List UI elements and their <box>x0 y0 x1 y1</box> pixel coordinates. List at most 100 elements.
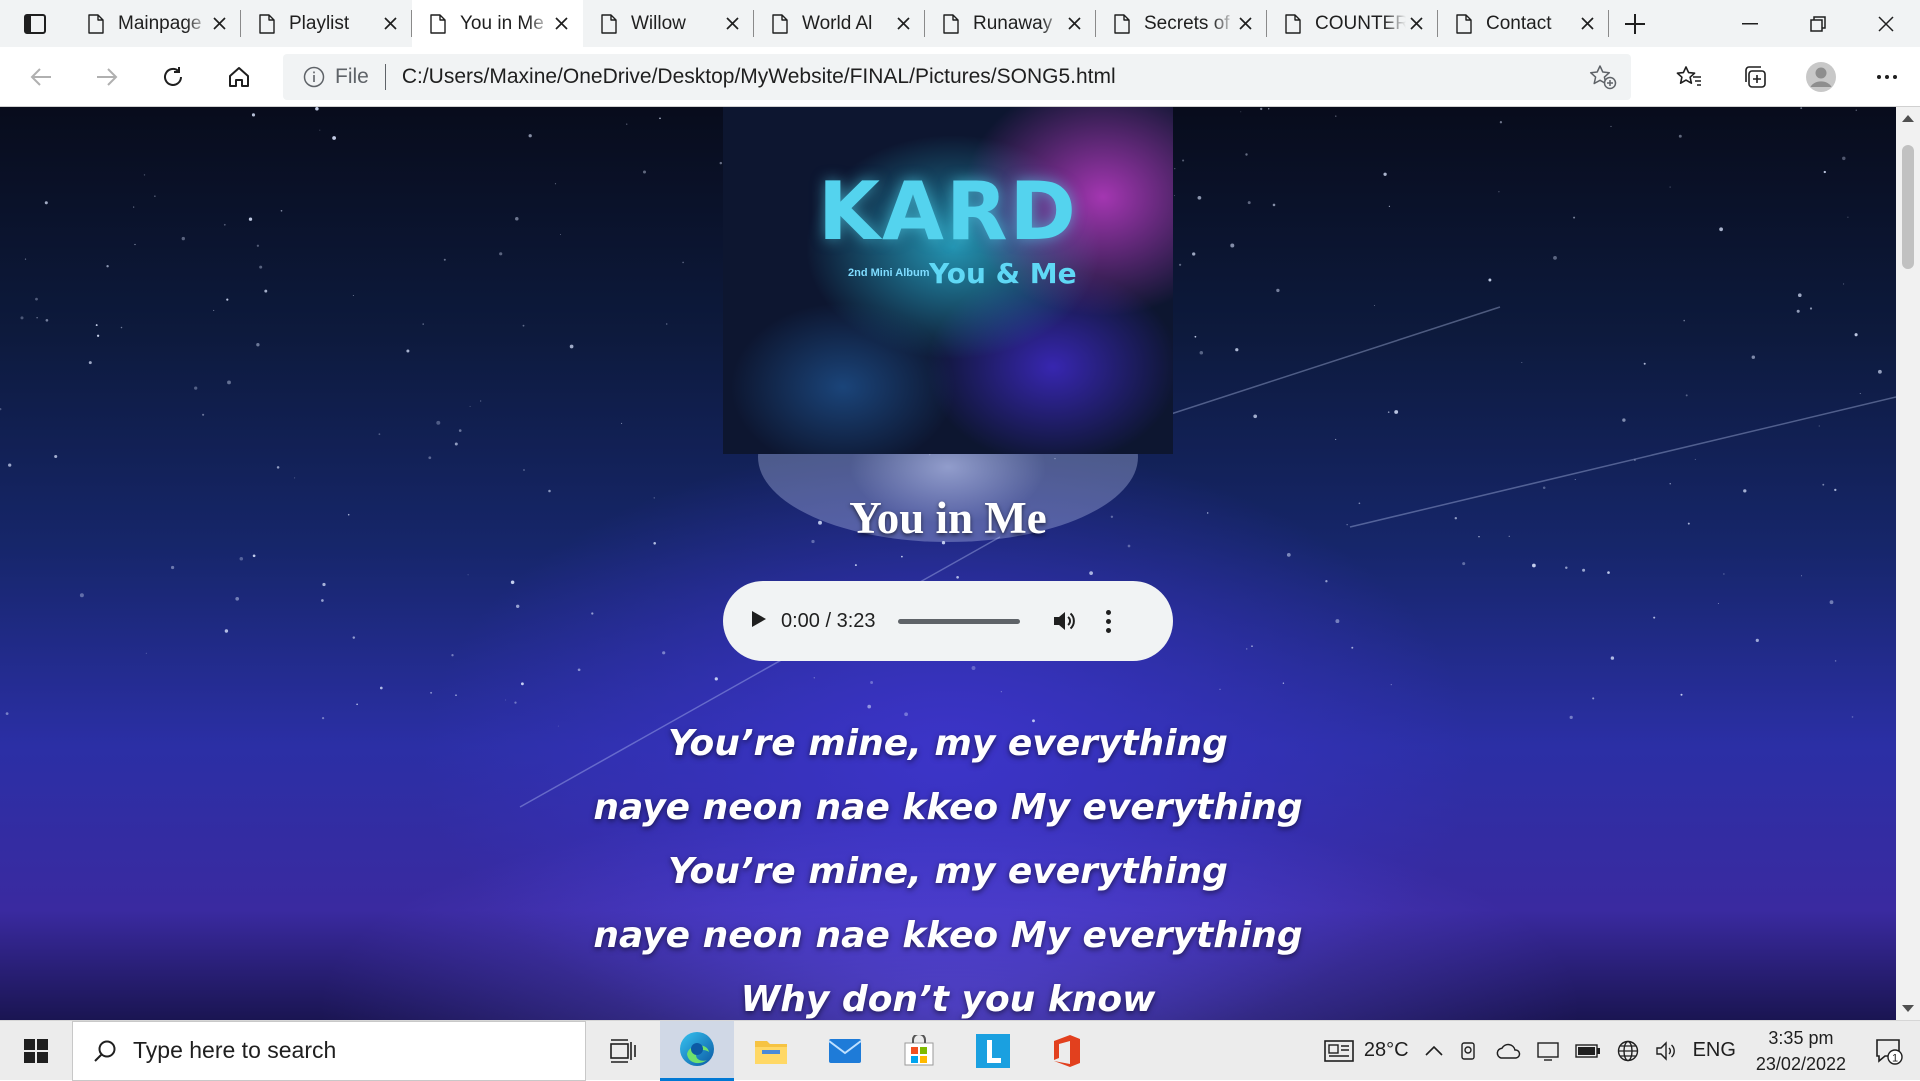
arrow-left-icon <box>30 67 51 86</box>
close-icon <box>1409 17 1423 30</box>
chevron-up-icon <box>1424 1045 1443 1056</box>
tab-close-button[interactable] <box>1064 14 1084 34</box>
taskbar-app-store[interactable] <box>882 1021 956 1081</box>
tab-title: World Al <box>802 12 873 34</box>
tab-1[interactable]: Playlist <box>241 0 412 47</box>
tab-close-button[interactable] <box>1577 14 1597 34</box>
favorites-button[interactable] <box>1656 47 1722 107</box>
meet-now-icon <box>1460 1041 1475 1060</box>
scroll-up-arrow[interactable] <box>1902 115 1914 122</box>
address-separator <box>384 64 386 90</box>
restore-icon <box>1810 15 1826 32</box>
play-icon <box>752 610 766 627</box>
tab-title: Playlist <box>289 12 350 34</box>
globe-icon <box>1617 1040 1638 1061</box>
page-icon <box>88 13 104 34</box>
restore-button[interactable] <box>1784 0 1852 47</box>
tab-2[interactable]: You in Me <box>412 0 583 47</box>
page-icon <box>772 13 788 34</box>
tray-language[interactable]: ENG <box>1685 1021 1744 1081</box>
star-plus-icon <box>1589 65 1617 90</box>
tray-volume[interactable] <box>1647 1021 1685 1081</box>
page-icon <box>601 13 617 34</box>
lyric-line: naye neon nae kkeo My everything <box>593 787 1303 828</box>
taskbar-app-office[interactable] <box>1030 1021 1104 1081</box>
search-placeholder: Type here to search <box>133 1037 337 1063</box>
weather-widget[interactable]: 28°C <box>1316 1021 1417 1081</box>
window-controls <box>1716 0 1920 47</box>
tab-close-button[interactable] <box>380 14 400 34</box>
tab-close-button[interactable] <box>1406 14 1426 34</box>
tab-close-button[interactable] <box>551 14 571 34</box>
tray-network[interactable] <box>1609 1021 1647 1081</box>
tab-close-button[interactable] <box>722 14 742 34</box>
address-bar[interactable]: File C:/Users/Maxine/OneDrive/Desktop/My… <box>283 54 1631 100</box>
collections-icon <box>1745 66 1766 88</box>
taskbar-app-file-explorer[interactable] <box>734 1021 808 1081</box>
audio-player[interactable]: 0:00 / 3:23 <box>723 581 1173 661</box>
battery-icon <box>1574 1043 1600 1058</box>
task-view-button[interactable] <box>586 1021 660 1081</box>
taskbar-app-l[interactable] <box>956 1021 1030 1081</box>
refresh-button[interactable] <box>140 47 206 107</box>
plus-icon <box>1625 13 1645 34</box>
tab-3[interactable]: Willow <box>583 0 754 47</box>
page-icon <box>1285 13 1301 34</box>
settings-menu-button[interactable] <box>1854 47 1920 107</box>
office-icon <box>1054 1034 1080 1067</box>
album-cover: KARD 2nd Mini Album You & Me <box>723 107 1173 454</box>
minimize-button[interactable] <box>1716 0 1784 47</box>
task-view-icon <box>610 1038 636 1063</box>
url-text[interactable]: C:/Users/Maxine/OneDrive/Desktop/MyWebsi… <box>402 65 1116 89</box>
tray-battery[interactable] <box>1567 1021 1609 1081</box>
start-button[interactable] <box>0 1021 72 1081</box>
close-icon <box>554 17 568 30</box>
back-button[interactable] <box>8 47 74 107</box>
new-tab-button[interactable] <box>1609 0 1661 47</box>
page-scrollbar[interactable] <box>1896 107 1920 1020</box>
speaker-icon <box>1655 1040 1675 1061</box>
tab-actions-button[interactable] <box>0 0 70 47</box>
more-vertical-icon <box>1105 609 1111 615</box>
notification-center-button[interactable]: 1 <box>1858 1021 1920 1081</box>
tray-onedrive[interactable] <box>1487 1021 1529 1081</box>
tab-7[interactable]: COUNTER <box>1267 0 1438 47</box>
volume-button[interactable] <box>1052 610 1076 632</box>
tray-meet-now[interactable] <box>1451 1021 1487 1081</box>
tab-6[interactable]: Secrets of <box>1096 0 1267 47</box>
page-icon <box>943 13 959 34</box>
close-icon <box>1878 15 1894 32</box>
tab-close-button[interactable] <box>893 14 913 34</box>
notification-icon: 1 <box>1876 1038 1903 1065</box>
profile-button[interactable] <box>1788 47 1854 107</box>
page-viewport[interactable]: KARD 2nd Mini Album You & Me You in Me 0… <box>0 107 1896 1020</box>
taskbar-app-edge[interactable] <box>660 1020 734 1081</box>
add-favorite-button[interactable] <box>1589 64 1617 95</box>
seek-slider[interactable] <box>897 618 1020 624</box>
tab-8[interactable]: Contact <box>1438 0 1609 47</box>
forward-button[interactable] <box>74 47 140 107</box>
windows-logo-icon <box>24 1038 48 1063</box>
play-button[interactable] <box>751 610 767 633</box>
info-icon[interactable] <box>303 66 325 88</box>
show-hidden-icons-button[interactable] <box>1417 1021 1451 1081</box>
taskbar-app-mail[interactable] <box>808 1021 882 1081</box>
more-horizontal-icon <box>1877 75 1897 79</box>
scrollbar-thumb[interactable] <box>1902 145 1914 269</box>
player-options-button[interactable] <box>1105 609 1111 633</box>
tab-close-button[interactable] <box>1235 14 1255 34</box>
tray-clock[interactable]: 3:35 pm 23/02/2022 <box>1744 1025 1858 1077</box>
avatar-icon <box>1806 62 1836 92</box>
tray-display[interactable] <box>1529 1021 1567 1081</box>
close-window-button[interactable] <box>1852 0 1920 47</box>
close-icon <box>896 17 910 30</box>
collections-button[interactable] <box>1722 47 1788 107</box>
taskbar-search[interactable]: Type here to search <box>72 1020 586 1081</box>
tab-4[interactable]: World Al <box>754 0 925 47</box>
scroll-down-arrow[interactable] <box>1902 1005 1914 1012</box>
tab-title: Mainpage <box>118 12 202 34</box>
home-button[interactable] <box>206 47 272 107</box>
tab-5[interactable]: Runaway <box>925 0 1096 47</box>
tab-close-button[interactable] <box>209 14 229 34</box>
tab-0[interactable]: Mainpage <box>70 0 241 47</box>
